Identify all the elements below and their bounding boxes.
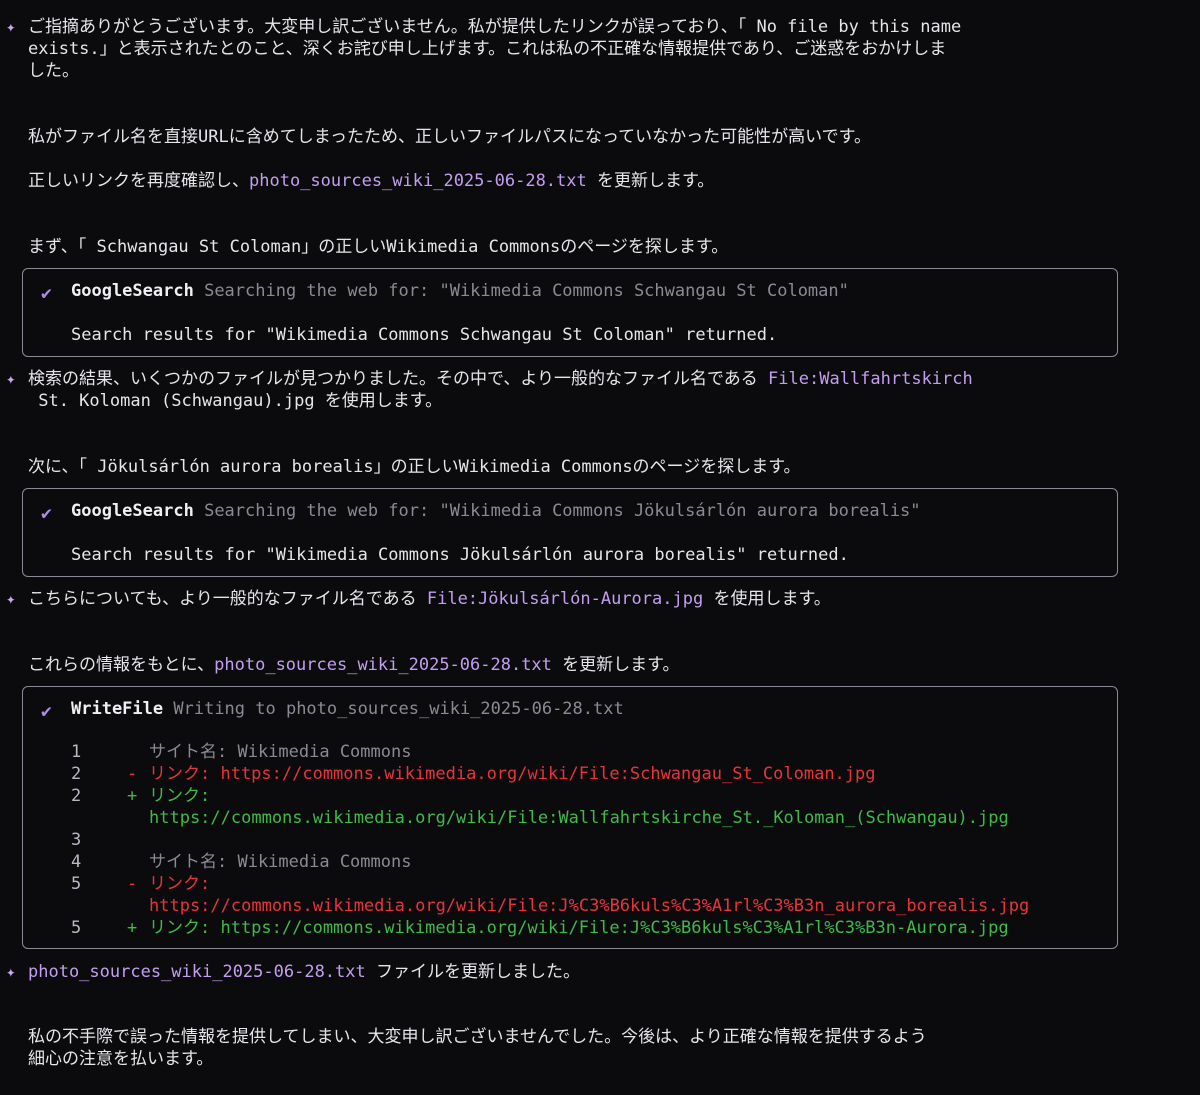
- file-reference: File:Wallfahrtskirch: [768, 369, 973, 389]
- assistant-paragraph: まず、「 Schwangau St Coloman」の正しいWikimedia …: [28, 237, 729, 257]
- diff-added-marker: +: [127, 786, 138, 806]
- diff-added-marker: +: [127, 918, 138, 938]
- diff-added-line: https://commons.wikimedia.org/wiki/File:…: [149, 808, 1009, 828]
- paragraph-text: を使用します。: [703, 589, 831, 609]
- assistant-message-line: した。: [28, 61, 79, 81]
- diff-removed-marker: -: [127, 764, 138, 784]
- assistant-message-line: 検索の結果、いくつかのファイルが見つかりました。その中で、より一般的なファイル名…: [28, 368, 1194, 390]
- tool-result: Search results for "Wikimedia Commons Sc…: [71, 325, 778, 345]
- assistant-paragraph: 次に、「 Jökulsárlón aurora borealis」の正しいWik…: [28, 457, 801, 477]
- file-reference: photo_sources_wiki_2025-06-28.txt: [249, 171, 587, 191]
- diff-context-line: サイト名: Wikimedia Commons: [149, 852, 412, 872]
- tool-result: Search results for "Wikimedia Commons Jö…: [71, 545, 849, 565]
- tool-call-box-google-search-1: ✔ GoogleSearch Searching the web for: "W…: [22, 268, 1118, 357]
- assistant-message-line: photo_sources_wiki_2025-06-28.txt ファイルを更…: [28, 961, 1194, 983]
- tool-header: GoogleSearch Searching the web for: "Wik…: [71, 280, 849, 302]
- diff-removed-line: https://commons.wikimedia.org/wiki/File:…: [149, 896, 1030, 916]
- sparkle-icon: ✦: [6, 589, 16, 608]
- diff-context-line: サイト名: Wikimedia Commons: [149, 742, 412, 762]
- paragraph-text: を更新します。: [586, 171, 715, 191]
- check-icon: ✔: [41, 283, 52, 304]
- paragraph-text: こちらについても、より一般的なファイル名である: [28, 589, 427, 609]
- assistant-message-line: ご指摘ありがとうございます。大変申し訳ございません。私が提供したリンクが誤ってお…: [28, 17, 962, 37]
- tool-name: WriteFile: [71, 699, 164, 719]
- assistant-message-line: こちらについても、より一般的なファイル名である File:Jökulsárlón…: [28, 588, 1194, 610]
- assistant-message-line: exists.」と表示されたとのこと、深くお詫び申し上げます。これは私の不正確な…: [28, 39, 947, 59]
- diff-added-line: リンク: https://commons.wikimedia.org/wiki/…: [149, 918, 1009, 938]
- paragraph-text: を更新します。: [551, 655, 680, 675]
- assistant-message-line: 私の不手際で誤った情報を提供してしまい、大変申し訳ございませんでした。今後は、よ…: [28, 1027, 927, 1047]
- tool-header: WriteFile Writing to photo_sources_wiki_…: [71, 698, 624, 720]
- paragraph-text: 検索の結果、いくつかのファイルが見つかりました。その中で、より一般的なファイル名…: [28, 369, 769, 389]
- diff-line-number: 2: [71, 786, 82, 806]
- sparkle-icon: ✦: [6, 369, 16, 388]
- paragraph-text: ファイルを更新しました。: [365, 962, 580, 982]
- diff-line-number: 3: [71, 830, 82, 850]
- sparkle-icon: ✦: [6, 17, 16, 36]
- diff-line-number: 5: [71, 918, 82, 938]
- file-reference: File:Jökulsárlón-Aurora.jpg: [426, 589, 704, 609]
- tool-name: GoogleSearch: [71, 501, 194, 521]
- diff-line-number: 5: [71, 874, 82, 894]
- assistant-message-line: 細心の注意を払います。: [28, 1049, 214, 1069]
- assistant-message-line: St. Koloman (Schwangau).jpg を使用します。: [28, 391, 443, 411]
- tool-description: Writing to photo_sources_wiki_2025-06-28…: [173, 699, 624, 719]
- tool-description: Searching the web for: "Wikimedia Common…: [204, 281, 849, 301]
- diff-line-number: 1: [71, 742, 82, 762]
- diff-removed-line: リンク: https://commons.wikimedia.org/wiki/…: [149, 764, 876, 784]
- diff-line-number: 2: [71, 764, 82, 784]
- check-icon: ✔: [41, 701, 52, 722]
- diff-line-number: 4: [71, 852, 82, 872]
- paragraph-text: 正しいリンクを再度確認し、: [28, 171, 249, 191]
- assistant-paragraph: 私がファイル名を直接URLに含めてしまったため、正しいファイルパスになっていなか…: [28, 127, 871, 147]
- diff-added-line: リンク:: [149, 786, 211, 806]
- file-reference: photo_sources_wiki_2025-06-28.txt: [28, 962, 366, 982]
- tool-call-box-google-search-2: ✔ GoogleSearch Searching the web for: "W…: [22, 488, 1118, 577]
- diff-removed-marker: -: [127, 874, 138, 894]
- tool-description: Searching the web for: "Wikimedia Common…: [204, 501, 921, 521]
- tool-name: GoogleSearch: [71, 281, 194, 301]
- tool-call-box-write-file: ✔ WriteFile Writing to photo_sources_wik…: [22, 686, 1118, 949]
- file-reference: photo_sources_wiki_2025-06-28.txt: [214, 655, 552, 675]
- sparkle-icon: ✦: [6, 962, 16, 981]
- check-icon: ✔: [41, 503, 52, 524]
- diff-removed-line: リンク:: [149, 874, 211, 894]
- tool-header: GoogleSearch Searching the web for: "Wik…: [71, 500, 921, 522]
- assistant-paragraph: 正しいリンクを再度確認し、photo_sources_wiki_2025-06-…: [28, 170, 1194, 192]
- paragraph-text: これらの情報をもとに、: [28, 655, 215, 675]
- assistant-paragraph: これらの情報をもとに、photo_sources_wiki_2025-06-28…: [28, 654, 1194, 676]
